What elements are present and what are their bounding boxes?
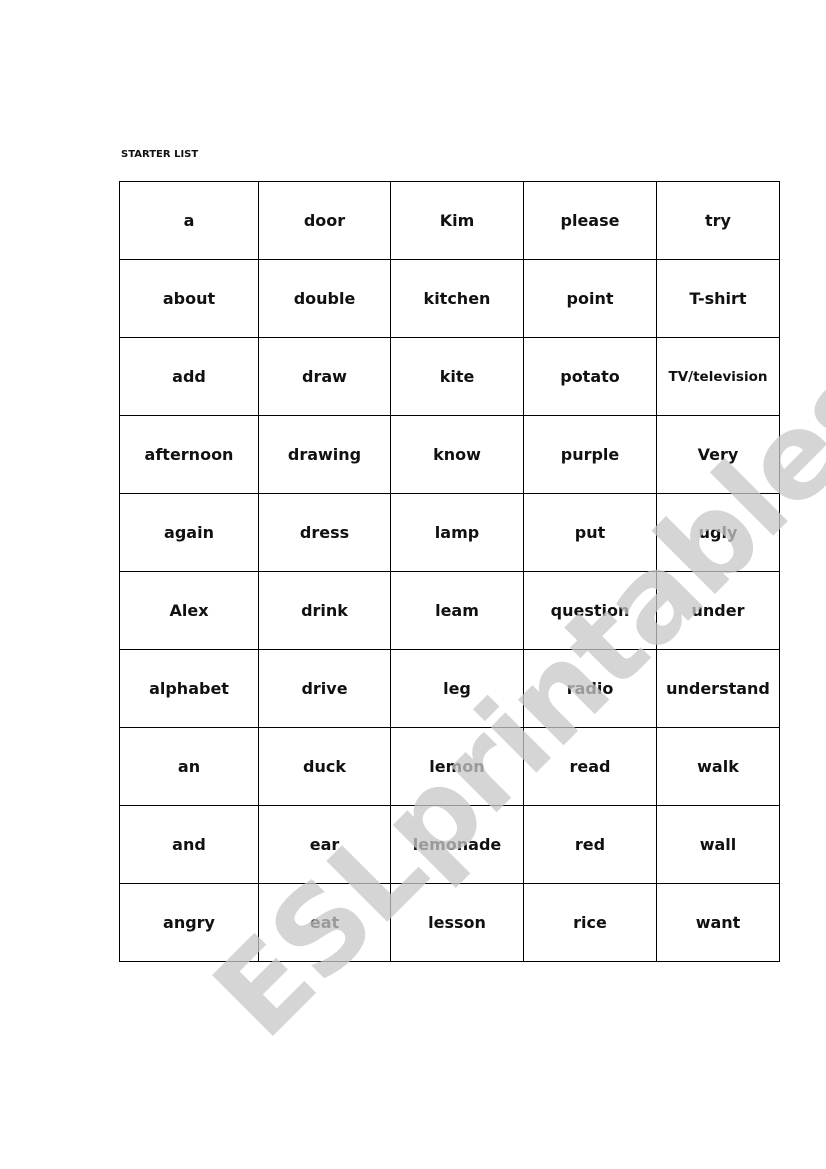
word-cell: angry (119, 883, 259, 962)
word-cell: Very (656, 415, 780, 494)
word-cell: about (119, 259, 259, 338)
word-cell: kite (390, 337, 524, 416)
word-cell: drawing (258, 415, 391, 494)
word-cell: and (119, 805, 259, 884)
word-cell: dress (258, 493, 391, 572)
word-cell: potato (523, 337, 657, 416)
word-cell: rice (523, 883, 657, 962)
word-cell: leg (390, 649, 524, 728)
word-cell: read (523, 727, 657, 806)
word-table: a door Kim please try about double kitchen point… (119, 181, 780, 962)
table-row: again dress lamp put ugly (119, 493, 780, 572)
word-cell: Kim (390, 181, 524, 260)
word-cell: drink (258, 571, 391, 650)
word-cell: please (523, 181, 657, 260)
word-cell: lemon (390, 727, 524, 806)
word-cell: afternoon (119, 415, 259, 494)
word-cell: door (258, 181, 391, 260)
word-cell: try (656, 181, 780, 260)
word-cell: understand (656, 649, 780, 728)
word-cell: put (523, 493, 657, 572)
word-cell: want (656, 883, 780, 962)
word-cell: Alex (119, 571, 259, 650)
table-row: about double kitchen point T-shirt (119, 259, 780, 338)
word-cell: ear (258, 805, 391, 884)
word-cell: lesson (390, 883, 524, 962)
word-cell: TV/television (656, 337, 780, 416)
word-cell: leam (390, 571, 524, 650)
table-row: afternoon drawing know purple Very (119, 415, 780, 494)
word-cell: ugly (656, 493, 780, 572)
word-cell: lemonade (390, 805, 524, 884)
word-cell: again (119, 493, 259, 572)
word-cell: an (119, 727, 259, 806)
table-row: a door Kim please try (119, 181, 780, 260)
word-cell: under (656, 571, 780, 650)
word-cell: duck (258, 727, 391, 806)
table-row: an duck lemon read walk (119, 727, 780, 806)
word-cell: alphabet (119, 649, 259, 728)
word-cell: radio (523, 649, 657, 728)
word-cell: double (258, 259, 391, 338)
word-cell: drive (258, 649, 391, 728)
table-row: and ear lemonade red wall (119, 805, 780, 884)
word-cell: red (523, 805, 657, 884)
word-cell: purple (523, 415, 657, 494)
word-cell: draw (258, 337, 391, 416)
word-cell: walk (656, 727, 780, 806)
list-title: STARTER LIST (121, 149, 199, 160)
table-row: angry eat lesson rice want (119, 883, 780, 962)
word-cell: eat (258, 883, 391, 962)
word-cell: point (523, 259, 657, 338)
word-cell: T-shirt (656, 259, 780, 338)
word-cell: lamp (390, 493, 524, 572)
word-cell: a (119, 181, 259, 260)
table-row: alphabet drive leg radio understand (119, 649, 780, 728)
table-row: add draw kite potato TV/television (119, 337, 780, 416)
word-cell: know (390, 415, 524, 494)
word-cell: wall (656, 805, 780, 884)
word-cell: add (119, 337, 259, 416)
word-cell: kitchen (390, 259, 524, 338)
word-cell: question (523, 571, 657, 650)
table-row: Alex drink leam question under (119, 571, 780, 650)
